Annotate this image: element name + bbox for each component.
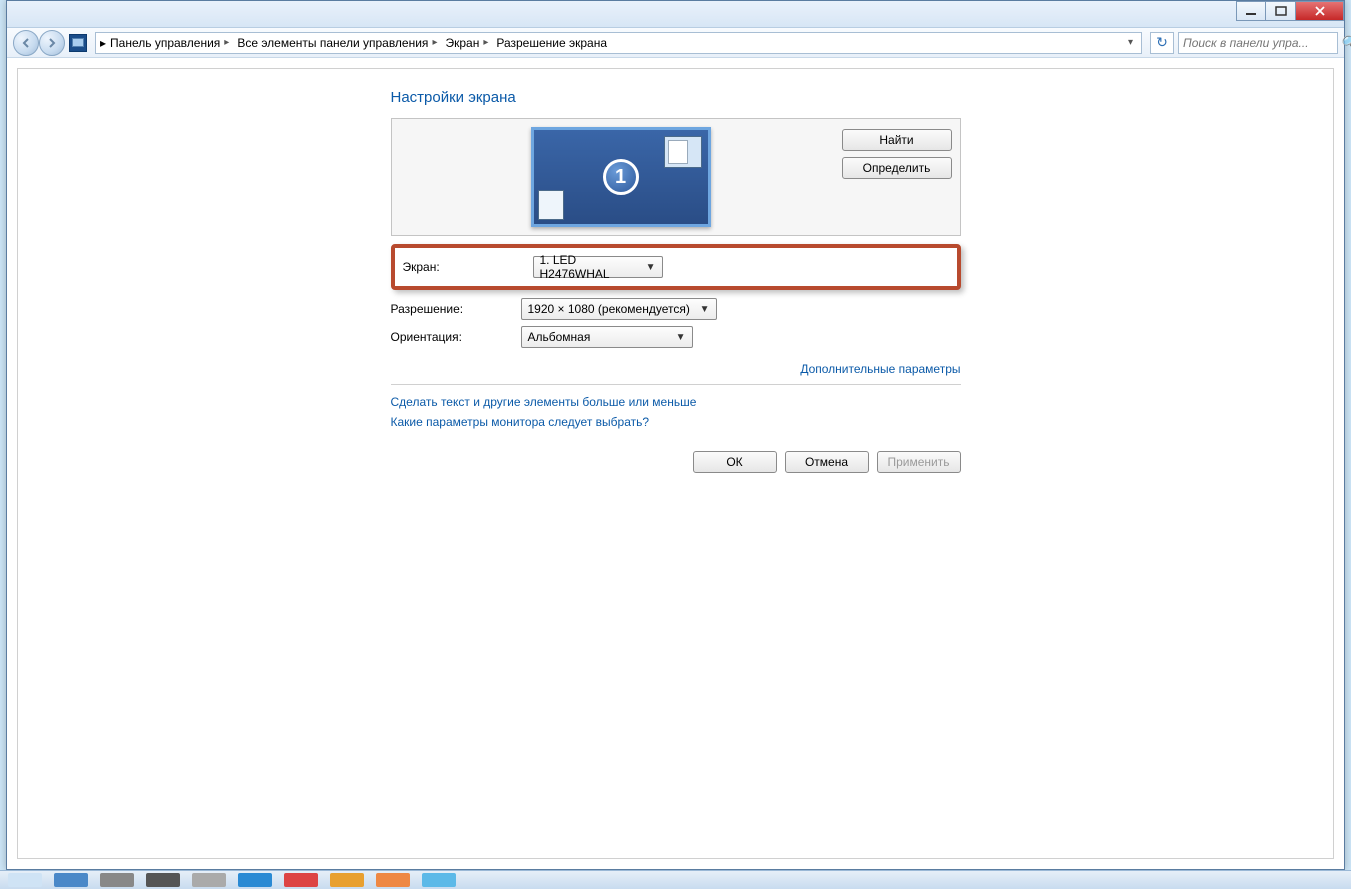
text-size-link[interactable]: Сделать текст и другие элементы больше и…	[391, 395, 961, 409]
taskbar-item[interactable]	[330, 873, 364, 887]
identify-button[interactable]: Определить	[842, 157, 952, 179]
ok-button[interactable]: ОК	[693, 451, 777, 473]
refresh-icon: ↻	[1156, 34, 1168, 51]
control-panel-icon	[69, 34, 87, 52]
titlebar	[7, 1, 1344, 28]
taskbar-item[interactable]	[100, 873, 134, 887]
refresh-button[interactable]: ↻	[1150, 32, 1174, 54]
navigation-bar: ▸ Панель управления ▸ Все элементы панел…	[7, 28, 1344, 58]
cancel-button[interactable]: Отмена	[785, 451, 869, 473]
screen-value: 1. LED H2476WHAL	[540, 253, 646, 281]
inner-frame: Настройки экрана 1 Найти Определить	[17, 68, 1334, 859]
breadcrumb-item[interactable]: Экран ▸	[441, 36, 492, 50]
advanced-link-row: Дополнительные параметры	[391, 362, 961, 376]
chevron-down-icon: ▼	[646, 262, 656, 273]
preview-left: 1	[400, 125, 842, 229]
taskbar-item[interactable]	[284, 873, 318, 887]
separator	[391, 384, 961, 385]
breadcrumb-item[interactable]: Все элементы панели управления ▸	[233, 36, 441, 50]
help-links: Сделать текст и другие элементы больше и…	[391, 395, 961, 429]
orientation-label: Ориентация:	[391, 330, 521, 344]
resolution-value: 1920 × 1080 (рекомендуется)	[528, 302, 690, 316]
screen-select[interactable]: 1. LED H2476WHAL ▼	[533, 256, 663, 278]
taskbar-item[interactable]	[146, 873, 180, 887]
resolution-label: Разрешение:	[391, 302, 521, 316]
breadcrumb-dropdown[interactable]: ▾	[1124, 37, 1137, 48]
screen-row: Экран: 1. LED H2476WHAL ▼	[403, 256, 949, 278]
chevron-down-icon: ▼	[676, 332, 686, 343]
chevron-right-icon: ▸	[483, 37, 488, 48]
orientation-select[interactable]: Альбомная ▼	[521, 326, 693, 348]
dialog-buttons: ОК Отмена Применить	[391, 451, 961, 473]
breadcrumb-label: Экран	[445, 36, 479, 50]
advanced-settings-link[interactable]: Дополнительные параметры	[800, 362, 960, 376]
chevron-right-icon: ▸	[224, 37, 229, 48]
orientation-row: Ориентация: Альбомная ▼	[391, 326, 961, 348]
window: ▸ Панель управления ▸ Все элементы панел…	[6, 0, 1345, 870]
mini-window-icon	[664, 136, 702, 168]
search-icon: 🔍	[1340, 35, 1351, 51]
monitor-thumbnail[interactable]: 1	[531, 127, 711, 227]
monitor-number-badge: 1	[603, 159, 639, 195]
breadcrumb-label: Разрешение экрана	[496, 36, 607, 50]
screen-label: Экран:	[403, 260, 533, 274]
taskbar-item[interactable]	[54, 873, 88, 887]
taskbar[interactable]	[0, 870, 1351, 889]
chevron-right-icon: ▸	[432, 37, 437, 48]
highlighted-region: Экран: 1. LED H2476WHAL ▼	[391, 244, 961, 290]
breadcrumb-label: Все элементы панели управления	[237, 36, 428, 50]
breadcrumb-item[interactable]: Разрешение экрана	[492, 36, 611, 50]
maximize-button[interactable]	[1266, 1, 1296, 21]
taskbar-item[interactable]	[192, 873, 226, 887]
display-preview-panel: 1 Найти Определить	[391, 118, 961, 236]
resolution-select[interactable]: 1920 × 1080 (рекомендуется) ▼	[521, 298, 717, 320]
nav-arrows	[13, 30, 65, 56]
minimize-button[interactable]	[1236, 1, 1266, 21]
orientation-value: Альбомная	[528, 330, 591, 344]
mini-window-icon	[538, 190, 564, 220]
search-input[interactable]	[1183, 36, 1340, 50]
breadcrumb[interactable]: ▸ Панель управления ▸ Все элементы панел…	[95, 32, 1142, 54]
content-area: Настройки экрана 1 Найти Определить	[7, 58, 1344, 869]
breadcrumb-label: Панель управления	[110, 36, 220, 50]
taskbar-item[interactable]	[8, 873, 42, 887]
which-settings-link[interactable]: Какие параметры монитора следует выбрать…	[391, 415, 961, 429]
taskbar-item[interactable]	[238, 873, 272, 887]
forward-button[interactable]	[39, 30, 65, 56]
apply-button[interactable]: Применить	[877, 451, 961, 473]
close-button[interactable]	[1296, 1, 1344, 21]
taskbar-item[interactable]	[422, 873, 456, 887]
chevron-down-icon: ▼	[700, 304, 710, 315]
search-box[interactable]: 🔍	[1178, 32, 1338, 54]
preview-buttons: Найти Определить	[842, 125, 952, 229]
taskbar-item[interactable]	[376, 873, 410, 887]
settings-block: Настройки экрана 1 Найти Определить	[391, 89, 961, 429]
back-button[interactable]	[13, 30, 39, 56]
find-button[interactable]: Найти	[842, 129, 952, 151]
breadcrumb-item[interactable]: Панель управления ▸	[106, 36, 233, 50]
window-controls	[1236, 1, 1344, 21]
resolution-row: Разрешение: 1920 × 1080 (рекомендуется) …	[391, 298, 961, 320]
page-title: Настройки экрана	[391, 89, 961, 106]
